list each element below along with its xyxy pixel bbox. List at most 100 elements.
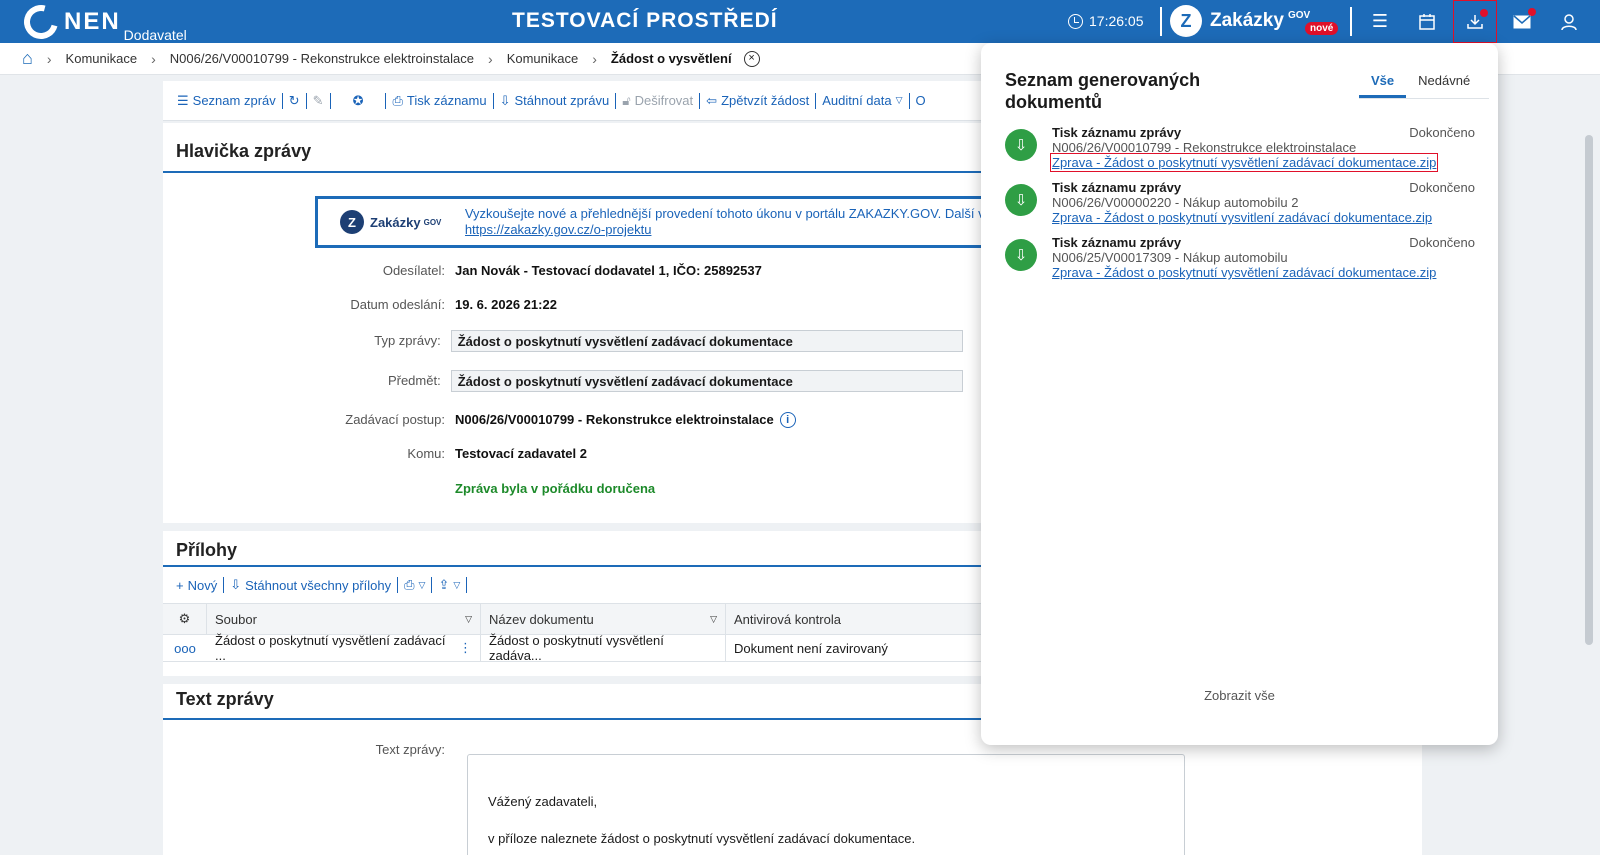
recipient-value: Testovací zadavatel 2 — [455, 446, 587, 461]
new-attachment-button[interactable]: + Nový — [170, 578, 223, 593]
session-clock: 17:26:05 — [1068, 13, 1144, 29]
refresh-button[interactable]: ↻ — [283, 93, 306, 109]
message-text-field[interactable]: Vážený zadavateli, v příloze naleznete ž… — [467, 754, 1185, 855]
page-scrollbar[interactable] — [1585, 135, 1593, 645]
breadcrumb-item[interactable]: Komunikace — [66, 51, 138, 66]
edit-button[interactable]: ✎ — [307, 93, 330, 109]
download-icon[interactable]: ⇩ — [1005, 129, 1037, 161]
user-button[interactable] — [1547, 0, 1591, 43]
panel-tabs: Vše Nedávné — [1359, 69, 1489, 99]
document-procedure: N006/25/V00017309 - Nákup automobilu — [1052, 250, 1288, 265]
subject-row: Předmět: Žádost o poskytnutí vysvětlení … — [163, 370, 963, 392]
withdraw-request-button[interactable]: ⇦ Zpětvzít žádost — [700, 93, 815, 109]
decrypt-label: Dešifrovat — [634, 93, 694, 108]
award-button[interactable]: ✪ — [331, 93, 386, 109]
download-button[interactable] — [1453, 0, 1497, 43]
nen-logo-icon — [17, 0, 65, 46]
calendar-button[interactable] — [1405, 0, 1449, 43]
column-header-document-name[interactable]: Název dokumentu ▽ — [481, 604, 726, 634]
document-title: Tisk záznamu zprávy — [1052, 125, 1182, 140]
column-settings-button[interactable]: ⚙ — [163, 604, 207, 634]
print-record-label: Tisk záznamu — [406, 93, 487, 108]
zakazky-gov-logo-icon: Z — [340, 210, 364, 234]
download-message-button[interactable]: ⇩ Stáhnout zprávu — [494, 93, 616, 109]
column-header-file[interactable]: Soubor ▽ — [207, 604, 481, 634]
decrypt-button[interactable]: 🔓︎ Dešifrovat — [616, 93, 699, 109]
generated-document-item: ⇩ Tisk záznamu zprávy Dokončeno N006/25/… — [1005, 235, 1475, 289]
generated-document-item: ⇩ Tisk záznamu zprávy Dokončeno N006/26/… — [1005, 125, 1475, 179]
printer-icon: ⎙ — [404, 577, 415, 592]
document-download-link[interactable]: Zprava - Žádost o poskytnutí vysvitlení … — [1052, 210, 1432, 225]
user-icon — [1561, 13, 1577, 30]
column-label: Antivirová kontrola — [734, 611, 841, 627]
export-icon: ⇪ — [438, 577, 450, 592]
more-label: O — [915, 93, 926, 108]
close-tab-icon[interactable]: × — [743, 50, 760, 67]
type-row: Typ zprávy: Žádost o poskytnutí vysvětle… — [163, 330, 963, 352]
environment-title: TESTOVACÍ PROSTŘEDÍ — [512, 9, 778, 32]
menu-icon: ☰ — [1371, 11, 1389, 31]
banner-link[interactable]: https://zakazky.gov.cz/o-projektu — [465, 222, 652, 237]
document-name: Žádost o poskytnutí vysvětlení zadáva... — [489, 633, 664, 663]
filter-icon[interactable]: ▽ — [710, 614, 717, 625]
date-label: Datum odeslání: — [350, 297, 445, 312]
home-icon[interactable]: ⌂ — [22, 48, 33, 69]
menu-button[interactable]: ☰ — [1358, 0, 1402, 43]
top-bar: NEN Dodavatel TESTOVACÍ PROSTŘEDÍ 17:26:… — [0, 0, 1600, 46]
document-title: Tisk záznamu zprávy — [1052, 235, 1182, 250]
sender-label: Odesílatel: — [382, 263, 445, 278]
new-badge: nové — [1305, 22, 1339, 35]
refresh-icon: ↻ — [288, 92, 300, 108]
export-dropdown[interactable]: ⇪ ▽ — [432, 577, 466, 593]
withdraw-request-label: Zpětvzít žádost — [721, 93, 810, 108]
print-dropdown[interactable]: ⎙ ▽ — [398, 577, 431, 593]
tab-all[interactable]: Vše — [1359, 69, 1407, 98]
logo-sub: Dodavatel — [123, 27, 187, 43]
banner-message: Vyzkoušejte nové a přehlednější proveden… — [464, 206, 1012, 221]
procedure-label: Zadávací postup: — [345, 412, 445, 427]
more-button[interactable]: O — [910, 93, 932, 108]
breadcrumb-item[interactable]: N006/26/V00010799 - Rekonstrukce elektro… — [170, 51, 474, 66]
row-actions-icon[interactable]: ooo — [163, 635, 207, 661]
subject-field: Žádost o poskytnutí vysvětlení zadávací … — [450, 370, 963, 392]
date-value: 19. 6. 2026 21:22 — [455, 297, 557, 312]
zakazky-gov-banner-logo: Z Zakázky GOV — [340, 210, 465, 234]
panel-title: Seznam generovaných dokumentů — [1005, 70, 1201, 112]
download-icon[interactable]: ⇩ — [1005, 184, 1037, 216]
show-all-link[interactable]: Zobrazit vše — [981, 688, 1498, 703]
status-row: Zpráva byla v pořádku doručena — [163, 481, 963, 496]
info-icon[interactable]: i — [779, 412, 796, 428]
print-record-button[interactable]: ⎙ Tisk záznamu — [386, 93, 492, 109]
zgov-sup: GOV — [1287, 9, 1311, 21]
award-icon: ✪ — [352, 92, 364, 108]
procedure-row: Zadávací postup: N006/26/V00010799 - Rek… — [163, 412, 963, 428]
message-line: Vážený zadavateli, — [488, 794, 598, 809]
file-cell[interactable]: Žádost o poskytnutí vysvětlení zadávací … — [207, 633, 481, 663]
breadcrumb-item[interactable]: Komunikace — [507, 51, 579, 66]
zakazky-gov-banner: Z Zakázky GOV Vyzkoušejte nové a přehledn… — [315, 196, 1015, 248]
file-withdraw-icon: ⇦ — [706, 92, 718, 108]
download-all-button[interactable]: ⇩ Stáhnout všechny přílohy — [224, 577, 397, 593]
message-list-button[interactable]: ☰ Seznam zpráv — [171, 93, 282, 109]
chevron-down-icon: ▽ — [418, 579, 426, 590]
document-procedure: N006/26/V00010799 - Rekonstrukce elektro… — [1052, 140, 1357, 155]
document-download-link[interactable]: Zprava - Žádost o poskytnutí vysvětlení … — [1052, 265, 1436, 280]
breadcrumb-current: Žádost o vysvětlení — [610, 51, 732, 66]
printer-icon: ⎙ — [392, 92, 403, 108]
mail-button[interactable] — [1500, 0, 1544, 43]
chevron-right-icon: › — [151, 50, 156, 67]
message-line: v příloze naleznete žádost o poskytnutí … — [488, 831, 916, 846]
document-download-link[interactable]: Zprava - Žádost o poskytnutí vysvětlení … — [1049, 153, 1439, 172]
notification-dot — [1528, 8, 1536, 16]
zakazky-gov-link[interactable]: Z Zakázky GOV — [1170, 5, 1310, 37]
filter-icon[interactable]: ▽ — [465, 614, 472, 625]
calendar-icon — [1419, 13, 1435, 30]
download-icon[interactable]: ⇩ — [1005, 239, 1037, 271]
tab-recent[interactable]: Nedávné — [1406, 69, 1482, 98]
zgov-text: Zakázky — [1210, 10, 1284, 31]
nen-logo[interactable]: NEN Dodavatel — [17, 0, 187, 46]
kebab-menu-icon[interactable]: ⋮ — [459, 640, 472, 656]
status-label-spacer — [163, 481, 455, 496]
lock-icon: 🔓︎ — [622, 92, 631, 108]
audit-data-dropdown[interactable]: Auditní data ▽ — [816, 93, 908, 108]
